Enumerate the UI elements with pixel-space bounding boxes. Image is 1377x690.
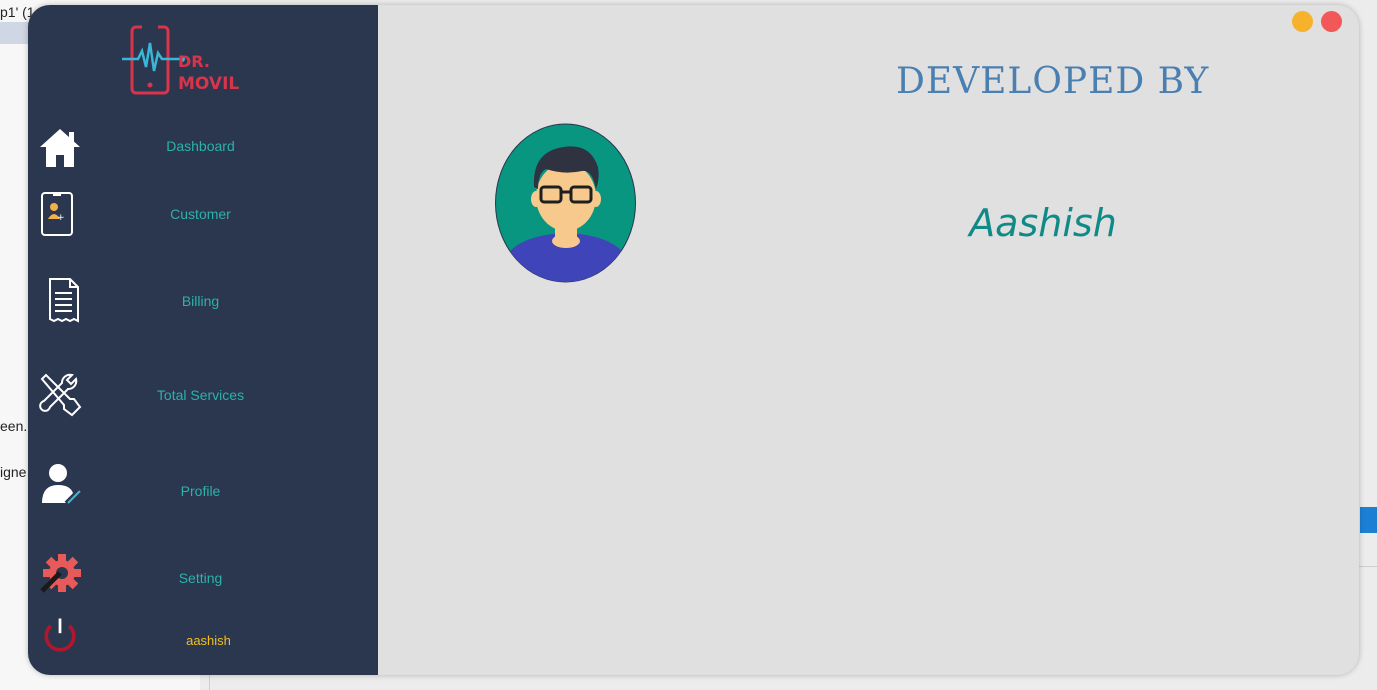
- gear-icon: [40, 554, 81, 593]
- sidebar-item-setting[interactable]: Setting: [28, 545, 378, 605]
- background-text: een.: [0, 418, 28, 434]
- dr-movil-logo: DR. MOVIL: [122, 25, 239, 95]
- logo-text-movil: MOVIL: [178, 74, 239, 94]
- close-icon[interactable]: [1321, 11, 1342, 32]
- sidebar-item-customer[interactable]: + Customer: [28, 185, 378, 245]
- sidebar-item-total-services[interactable]: Total Services: [28, 367, 378, 427]
- receipt-icon: [49, 278, 79, 323]
- sidebar-item-label: Profile: [180, 483, 221, 499]
- main-panel: Developed By Aashish: [378, 5, 1359, 675]
- background-scroll-indicator: [1360, 507, 1377, 533]
- background-divider: [209, 675, 210, 690]
- minimize-icon[interactable]: [1292, 11, 1313, 32]
- background-divider: [1358, 566, 1377, 567]
- developer-avatar: [495, 123, 636, 283]
- sidebar-item-label: Customer: [170, 206, 231, 222]
- home-icon: [40, 129, 80, 167]
- developer-name: Aashish: [969, 201, 1117, 245]
- sidebar-item-label: Dashboard: [166, 138, 235, 154]
- background-text: igne: [0, 464, 27, 480]
- sidebar-item-label: Total Services: [156, 387, 245, 403]
- page-title: Developed By: [896, 61, 1210, 102]
- svg-text:+: +: [57, 213, 65, 223]
- sidebar-item-profile[interactable]: Profile: [28, 455, 378, 515]
- sidebar-item-dashboard[interactable]: Dashboard: [28, 117, 378, 177]
- username-label: aashish: [186, 633, 231, 648]
- sidebar-item-billing[interactable]: Billing: [28, 271, 378, 331]
- logo-text-dr: DR.: [178, 52, 210, 71]
- logout-user-button[interactable]: aashish: [28, 611, 378, 671]
- profile-icon: [42, 464, 82, 505]
- sidebar: DR. MOVIL Dashboard + Customer Billing T…: [28, 5, 378, 675]
- customer-phone-icon: +: [41, 192, 73, 236]
- sidebar-item-label: Setting: [178, 570, 223, 586]
- tools-icon: [39, 373, 82, 417]
- app-window: DR. MOVIL Dashboard + Customer Billing T…: [28, 5, 1359, 675]
- sidebar-item-label: Billing: [181, 293, 220, 309]
- power-icon: [44, 618, 76, 652]
